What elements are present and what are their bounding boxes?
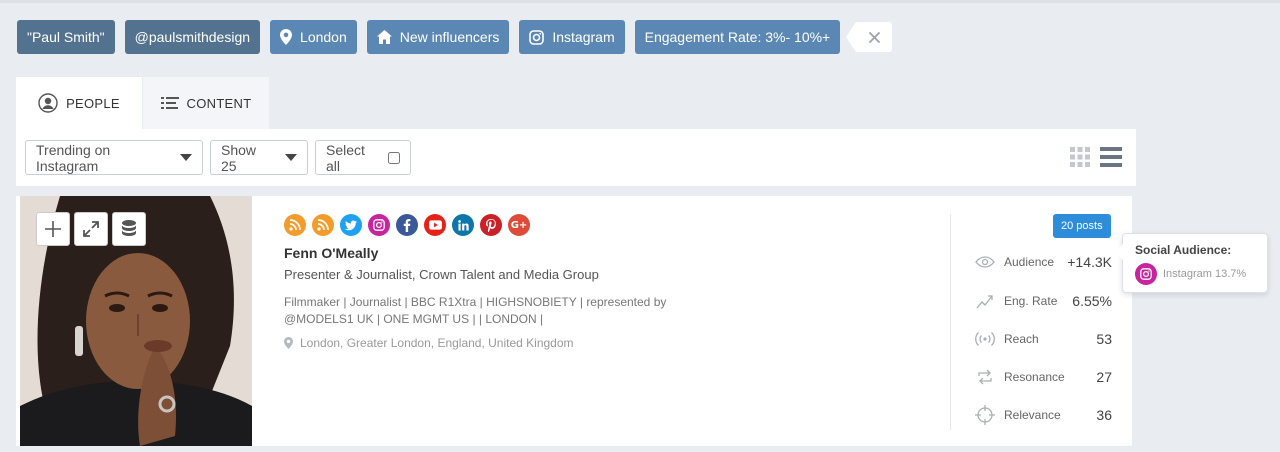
filter-chip-segment[interactable]: New influencers bbox=[366, 20, 510, 54]
influencer-card[interactable]: G+ Fenn O'Meally Presenter & Journalist,… bbox=[16, 196, 1132, 446]
list-icon bbox=[160, 97, 179, 109]
metric-resonance-label: Resonance bbox=[1004, 370, 1065, 384]
social-icons: G+ bbox=[284, 214, 934, 236]
result-tabs: PEOPLE CONTENT bbox=[16, 77, 269, 129]
linkedin-icon[interactable] bbox=[452, 214, 474, 236]
chevron-down-icon bbox=[285, 154, 297, 161]
chevron-down-icon bbox=[180, 154, 192, 161]
top-border bbox=[0, 0, 1280, 3]
filter-chip-handle-label: @paulsmithdesign bbox=[134, 29, 251, 45]
expand-icon bbox=[83, 221, 99, 237]
tab-people[interactable]: PEOPLE bbox=[16, 77, 142, 129]
filter-chip-engagement[interactable]: Engagement Rate: 3%- 10%+ bbox=[634, 20, 841, 54]
metric-reach-value: 53 bbox=[1096, 331, 1112, 347]
filter-chip-platform-label: Instagram bbox=[552, 29, 615, 45]
instagram-icon[interactable] bbox=[368, 214, 390, 236]
filter-chip-location[interactable]: London bbox=[270, 20, 357, 54]
posts-badge[interactable]: 20 posts bbox=[1053, 214, 1111, 238]
rss-icon[interactable] bbox=[312, 214, 334, 236]
filter-chip-location-label: London bbox=[300, 29, 347, 45]
influencer-location: London, Greater London, England, United … bbox=[284, 336, 934, 350]
home-icon bbox=[376, 30, 392, 44]
filter-chips: "Paul Smith" @paulsmithdesign London New… bbox=[17, 20, 893, 54]
select-all-control[interactable]: Select all bbox=[315, 140, 411, 175]
rss-icon[interactable] bbox=[284, 214, 306, 236]
tooltip-row-text: Instagram 13.7% bbox=[1163, 268, 1247, 280]
tab-people-label: PEOPLE bbox=[66, 95, 120, 111]
crosshair-icon bbox=[974, 405, 996, 425]
sort-select-value: Trending on Instagram bbox=[36, 141, 111, 174]
card-divider bbox=[950, 214, 951, 430]
filter-chip-segment-label: New influencers bbox=[399, 29, 500, 45]
facebook-icon[interactable] bbox=[396, 214, 418, 236]
filter-chip-platform[interactable]: Instagram bbox=[519, 20, 625, 54]
posts-badge-label: 20 posts bbox=[1061, 220, 1103, 232]
select-all-label: Select all bbox=[326, 141, 365, 174]
instagram-icon bbox=[1135, 263, 1157, 285]
metric-resonance-value: 27 bbox=[1096, 369, 1112, 385]
eye-icon bbox=[974, 256, 996, 268]
influencer-name[interactable]: Fenn O'Meally bbox=[284, 245, 934, 261]
select-all-checkbox[interactable] bbox=[388, 151, 400, 164]
view-toggle bbox=[1070, 147, 1122, 167]
clear-filters-button[interactable] bbox=[846, 22, 893, 52]
page-size-select-value: Show 25 bbox=[221, 141, 257, 174]
metric-audience-value: +14.3K bbox=[1067, 254, 1112, 270]
repeat-icon bbox=[974, 368, 996, 386]
sort-select[interactable]: Trending on Instagram bbox=[25, 140, 203, 175]
filter-chip-query-label: "Paul Smith" bbox=[27, 29, 105, 45]
metric-reach[interactable]: Reach 53 bbox=[974, 327, 1112, 351]
google-plus-icon[interactable]: G+ bbox=[508, 214, 530, 236]
influencer-info: G+ Fenn O'Meally Presenter & Journalist,… bbox=[284, 214, 934, 350]
expand-button[interactable] bbox=[74, 212, 108, 246]
influencer-title: Presenter & Journalist, Crown Talent and… bbox=[284, 267, 599, 282]
metric-audience[interactable]: Audience +14.3K bbox=[974, 250, 1112, 274]
metric-relevance[interactable]: Relevance 36 bbox=[974, 403, 1112, 427]
influencer-bio: Filmmaker | Journalist | BBC R1Xtra | HI… bbox=[284, 295, 667, 326]
map-pin-icon bbox=[284, 337, 293, 349]
metric-reach-label: Reach bbox=[1004, 332, 1039, 346]
close-icon bbox=[868, 31, 880, 43]
twitter-icon[interactable] bbox=[340, 214, 362, 236]
filter-chip-engagement-label: Engagement Rate: 3%- 10%+ bbox=[644, 29, 831, 45]
influencer-location-text: London, Greater London, England, United … bbox=[300, 336, 574, 350]
metric-eng-rate-value: 6.55% bbox=[1072, 293, 1112, 309]
social-audience-tooltip: Social Audience: Instagram 13.7% bbox=[1115, 233, 1268, 293]
metric-resonance[interactable]: Resonance 27 bbox=[974, 365, 1112, 389]
grid-view-icon[interactable] bbox=[1070, 147, 1090, 167]
tab-content-label: CONTENT bbox=[186, 95, 252, 111]
tooltip-row: Instagram 13.7% bbox=[1135, 263, 1255, 285]
metric-relevance-value: 36 bbox=[1096, 407, 1112, 423]
page-size-select[interactable]: Show 25 bbox=[210, 140, 308, 175]
plus-icon bbox=[45, 221, 61, 237]
metric-audience-label: Audience bbox=[1004, 255, 1055, 269]
instagram-icon bbox=[529, 29, 545, 45]
map-pin-icon bbox=[280, 29, 293, 45]
metric-eng-rate-label: Eng. Rate bbox=[1004, 294, 1058, 308]
results-toolbar: Trending on Instagram Show 25 Select all bbox=[16, 129, 1136, 186]
user-circle-icon bbox=[38, 93, 58, 113]
influencer-photo[interactable] bbox=[20, 196, 252, 446]
metric-eng-rate[interactable]: Eng. Rate 6.55% bbox=[974, 289, 1112, 313]
filter-chip-query[interactable]: "Paul Smith" bbox=[17, 20, 115, 54]
metric-relevance-label: Relevance bbox=[1004, 408, 1061, 422]
broadcast-icon bbox=[974, 330, 996, 348]
trend-icon bbox=[974, 293, 996, 309]
list-view-icon[interactable] bbox=[1100, 147, 1122, 167]
database-button[interactable] bbox=[112, 212, 146, 246]
youtube-icon[interactable] bbox=[424, 214, 446, 236]
tooltip-title: Social Audience: bbox=[1135, 243, 1232, 257]
filter-chip-handle[interactable]: @paulsmithdesign bbox=[124, 20, 261, 54]
tab-content[interactable]: CONTENT bbox=[143, 77, 269, 129]
database-icon bbox=[122, 220, 136, 236]
add-button[interactable] bbox=[36, 212, 70, 246]
pinterest-icon[interactable] bbox=[480, 214, 502, 236]
photo-actions bbox=[36, 212, 150, 246]
